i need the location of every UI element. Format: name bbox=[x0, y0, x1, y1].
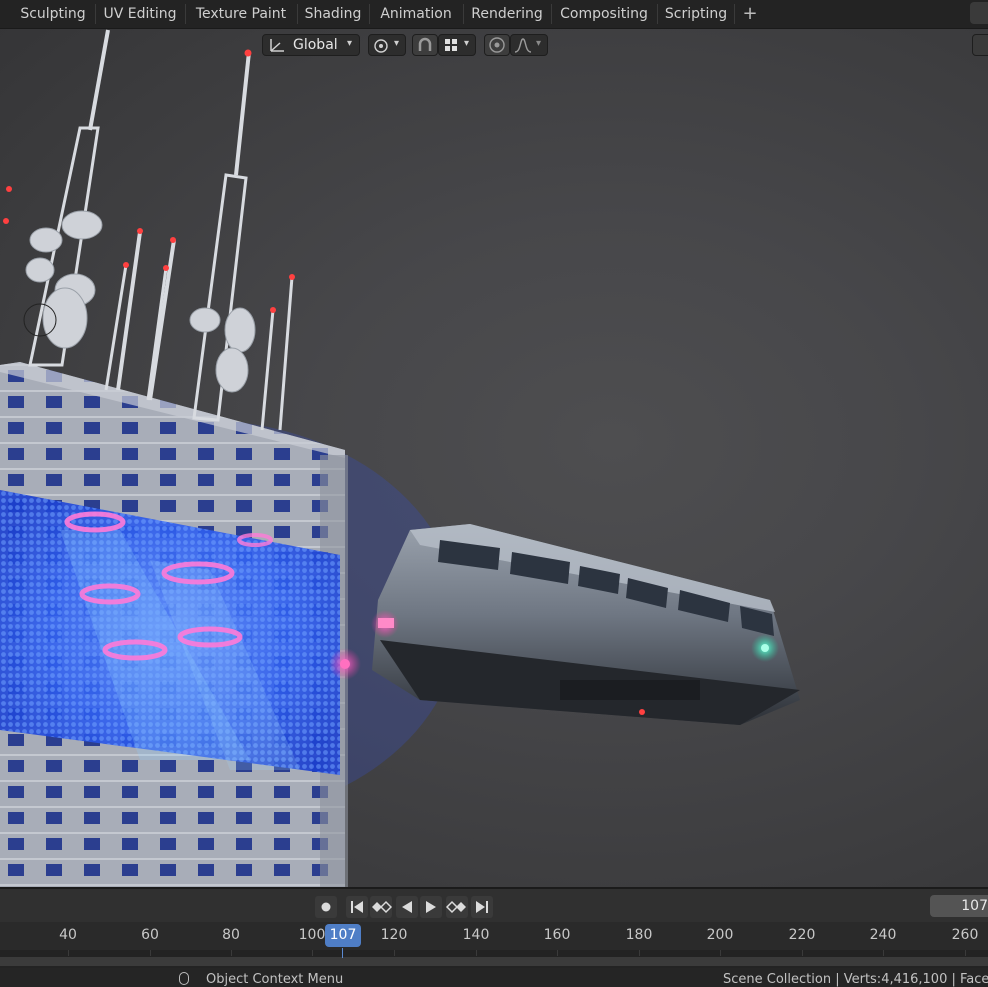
proportional-editing-toggle[interactable] bbox=[484, 34, 510, 56]
transform-orientation-value: Global bbox=[293, 37, 338, 53]
tab-divider bbox=[657, 4, 658, 24]
playhead-line bbox=[342, 948, 343, 958]
transform-orientation-icon bbox=[270, 39, 284, 52]
snap-toggle[interactable] bbox=[412, 34, 438, 56]
tab-divider bbox=[297, 4, 298, 24]
track-gridline bbox=[720, 950, 721, 956]
tab-divider bbox=[734, 4, 735, 24]
snap-increment-icon bbox=[445, 39, 457, 51]
jump-start-icon bbox=[351, 901, 363, 913]
tab-texture-paint[interactable]: Texture Paint bbox=[187, 2, 295, 26]
track-gridline bbox=[557, 950, 558, 956]
jump-end-icon bbox=[476, 901, 488, 913]
ruler-tick-label: 80 bbox=[222, 927, 240, 943]
jump-end-button[interactable] bbox=[471, 896, 493, 918]
viewport-render bbox=[0, 29, 800, 887]
tab-divider bbox=[463, 4, 464, 24]
timeline-header: 107 bbox=[0, 887, 988, 922]
track-gridline bbox=[312, 950, 313, 956]
tab-divider bbox=[369, 4, 370, 24]
mouse-right-click-icon bbox=[179, 972, 189, 985]
tab-divider bbox=[551, 4, 552, 24]
next-keyframe-icon bbox=[445, 900, 466, 914]
snap-icon bbox=[418, 37, 432, 51]
snap-target-dropdown[interactable]: ▾ bbox=[438, 34, 476, 56]
timeline-scrollbar[interactable] bbox=[0, 957, 988, 966]
add-workspace-button[interactable]: + bbox=[738, 2, 762, 26]
play-reverse-icon bbox=[402, 901, 412, 913]
tab-divider bbox=[95, 4, 96, 24]
ruler-tick-label: 260 bbox=[951, 927, 979, 943]
ruler-tick-label: 240 bbox=[869, 927, 897, 943]
proportional-editing-icon bbox=[489, 37, 505, 53]
ruler-tick-label: 220 bbox=[788, 927, 816, 943]
workspace-tab-bar: Sculpting UV Editing Texture Paint Shadi… bbox=[0, 0, 988, 29]
ruler-tick-label: 40 bbox=[59, 927, 77, 943]
tab-divider bbox=[185, 4, 186, 24]
track-gridline bbox=[231, 950, 232, 956]
falloff-dropdown[interactable]: ▾ bbox=[510, 34, 548, 56]
ruler-tick-label: 60 bbox=[141, 927, 159, 943]
prev-keyframe-button[interactable] bbox=[370, 896, 393, 918]
record-button[interactable] bbox=[315, 896, 337, 918]
chevron-down-icon: ▾ bbox=[347, 38, 353, 49]
tab-shading[interactable]: Shading bbox=[299, 2, 367, 26]
tab-uv-editing[interactable]: UV Editing bbox=[97, 2, 183, 26]
ruler-tick-label: 180 bbox=[625, 927, 653, 943]
ruler-tick-label: 100 bbox=[298, 927, 326, 943]
tab-scripting[interactable]: Scripting bbox=[659, 2, 733, 26]
scene-selector-icon[interactable] bbox=[970, 2, 988, 24]
track-gridline bbox=[802, 950, 803, 956]
timeline-track[interactable] bbox=[0, 950, 988, 968]
current-frame-field[interactable]: 107 bbox=[930, 895, 988, 917]
tab-animation[interactable]: Animation bbox=[371, 2, 461, 26]
track-gridline bbox=[883, 950, 884, 956]
ruler-tick-label: 160 bbox=[543, 927, 571, 943]
chevron-down-icon: ▾ bbox=[464, 38, 470, 49]
status-hint: Object Context Menu bbox=[206, 972, 344, 987]
tab-sculpting[interactable]: Sculpting bbox=[12, 2, 94, 26]
track-gridline bbox=[394, 950, 395, 956]
track-gridline bbox=[639, 950, 640, 956]
track-gridline bbox=[476, 950, 477, 956]
ruler-tick-label: 200 bbox=[706, 927, 734, 943]
record-icon bbox=[321, 902, 331, 912]
tab-compositing[interactable]: Compositing bbox=[553, 2, 655, 26]
viewport-options-button[interactable] bbox=[972, 34, 988, 56]
chevron-down-icon: ▾ bbox=[394, 38, 400, 49]
ruler-tick-label: 120 bbox=[380, 927, 408, 943]
3d-viewport[interactable]: Global ▾ ▾ ▾ ▾ bbox=[0, 29, 988, 887]
timeline-ruler[interactable]: 40 60 80 100 120 140 160 180 200 220 240… bbox=[0, 922, 988, 950]
chevron-down-icon: ▾ bbox=[536, 38, 542, 49]
track-gridline bbox=[965, 950, 966, 956]
playhead[interactable]: 107 bbox=[325, 924, 361, 947]
pivot-point-dropdown[interactable]: ▾ bbox=[368, 34, 406, 56]
track-gridline bbox=[68, 950, 69, 956]
tab-rendering[interactable]: Rendering bbox=[465, 2, 549, 26]
play-reverse-button[interactable] bbox=[396, 896, 418, 918]
ruler-tick-label: 140 bbox=[462, 927, 490, 943]
status-bar: Object Context Menu Scene Collection | V… bbox=[0, 968, 988, 987]
pivot-point-icon bbox=[374, 39, 388, 53]
play-icon bbox=[426, 901, 436, 913]
next-keyframe-button[interactable] bbox=[445, 896, 468, 918]
play-button[interactable] bbox=[420, 896, 442, 918]
falloff-curve-icon bbox=[514, 38, 532, 53]
scene-statistics: Scene Collection | Verts:4,416,100 | Fac… bbox=[723, 972, 988, 987]
prev-keyframe-icon bbox=[372, 900, 393, 914]
jump-start-button[interactable] bbox=[346, 896, 368, 918]
transform-orientation-dropdown[interactable]: Global ▾ bbox=[262, 34, 360, 56]
track-gridline bbox=[150, 950, 151, 956]
